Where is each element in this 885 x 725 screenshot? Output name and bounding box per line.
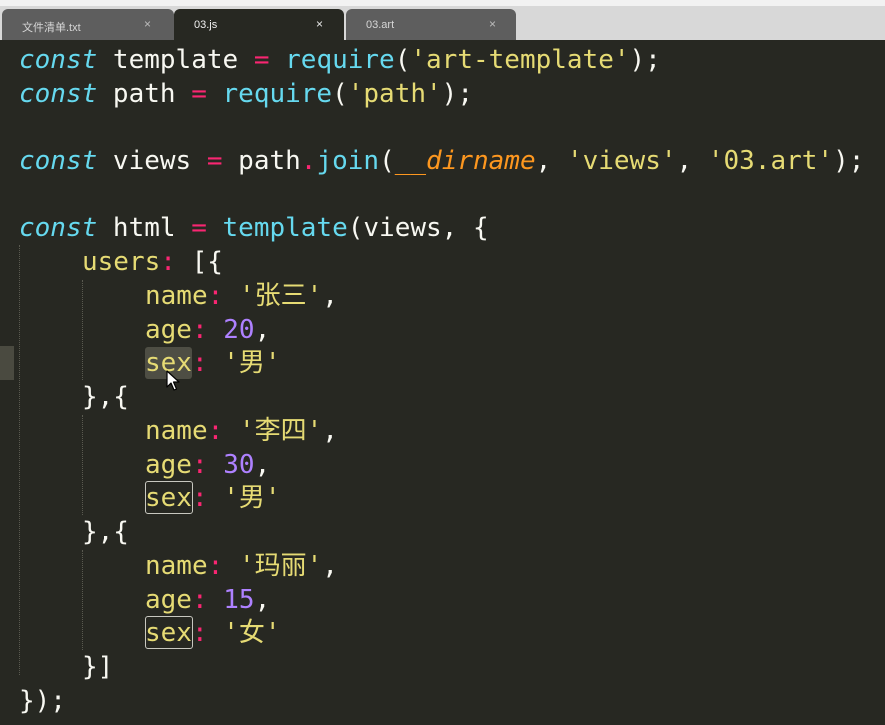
tab-close-icon[interactable]: × bbox=[489, 17, 496, 31]
tab-close-icon[interactable]: × bbox=[316, 17, 323, 31]
code-line: const html = template(views, { bbox=[19, 213, 489, 243]
code-editor[interactable]: const template = require('art-template')… bbox=[0, 40, 885, 725]
code-line: name: '玛丽', bbox=[145, 551, 338, 581]
code-line: const template = require('art-template')… bbox=[19, 45, 661, 75]
tab-label: 03.art bbox=[366, 19, 395, 31]
code-line: age: 20, bbox=[145, 315, 271, 345]
code-line: users: [{ bbox=[82, 247, 223, 277]
indent-guide bbox=[82, 550, 83, 650]
current-line-marker bbox=[0, 346, 14, 380]
mouse-pointer-icon bbox=[166, 370, 180, 391]
code-line: name: '李四', bbox=[145, 416, 338, 446]
indent-guide bbox=[82, 280, 83, 380]
tab-close-icon[interactable]: × bbox=[144, 17, 151, 31]
code-line: }] bbox=[82, 652, 114, 682]
code-line: name: '张三', bbox=[145, 281, 338, 311]
code-line: }); bbox=[19, 686, 66, 716]
code-line: const views = path.join(__dirname, 'view… bbox=[19, 146, 865, 176]
tab-03-js[interactable]: 03.js × bbox=[174, 9, 344, 40]
code-line: age: 30, bbox=[145, 450, 271, 480]
tab-bar: 文件清单.txt × 03.js × 03.art × bbox=[0, 0, 885, 40]
tab-file-list-txt[interactable]: 文件清单.txt × bbox=[2, 9, 174, 40]
code-line: age: 15, bbox=[145, 585, 271, 615]
code-line: },{ bbox=[82, 382, 129, 412]
code-line: sex: '女' bbox=[145, 618, 281, 648]
tab-label: 文件清单.txt bbox=[22, 22, 81, 34]
code-line: sex: '男' bbox=[145, 483, 281, 513]
indent-guide bbox=[19, 245, 20, 675]
code-line: const path = require('path'); bbox=[19, 79, 473, 109]
tab-label: 03.js bbox=[194, 19, 218, 31]
indent-guide bbox=[82, 415, 83, 515]
code-line: },{ bbox=[82, 517, 129, 547]
tab-03-art[interactable]: 03.art × bbox=[346, 9, 516, 40]
